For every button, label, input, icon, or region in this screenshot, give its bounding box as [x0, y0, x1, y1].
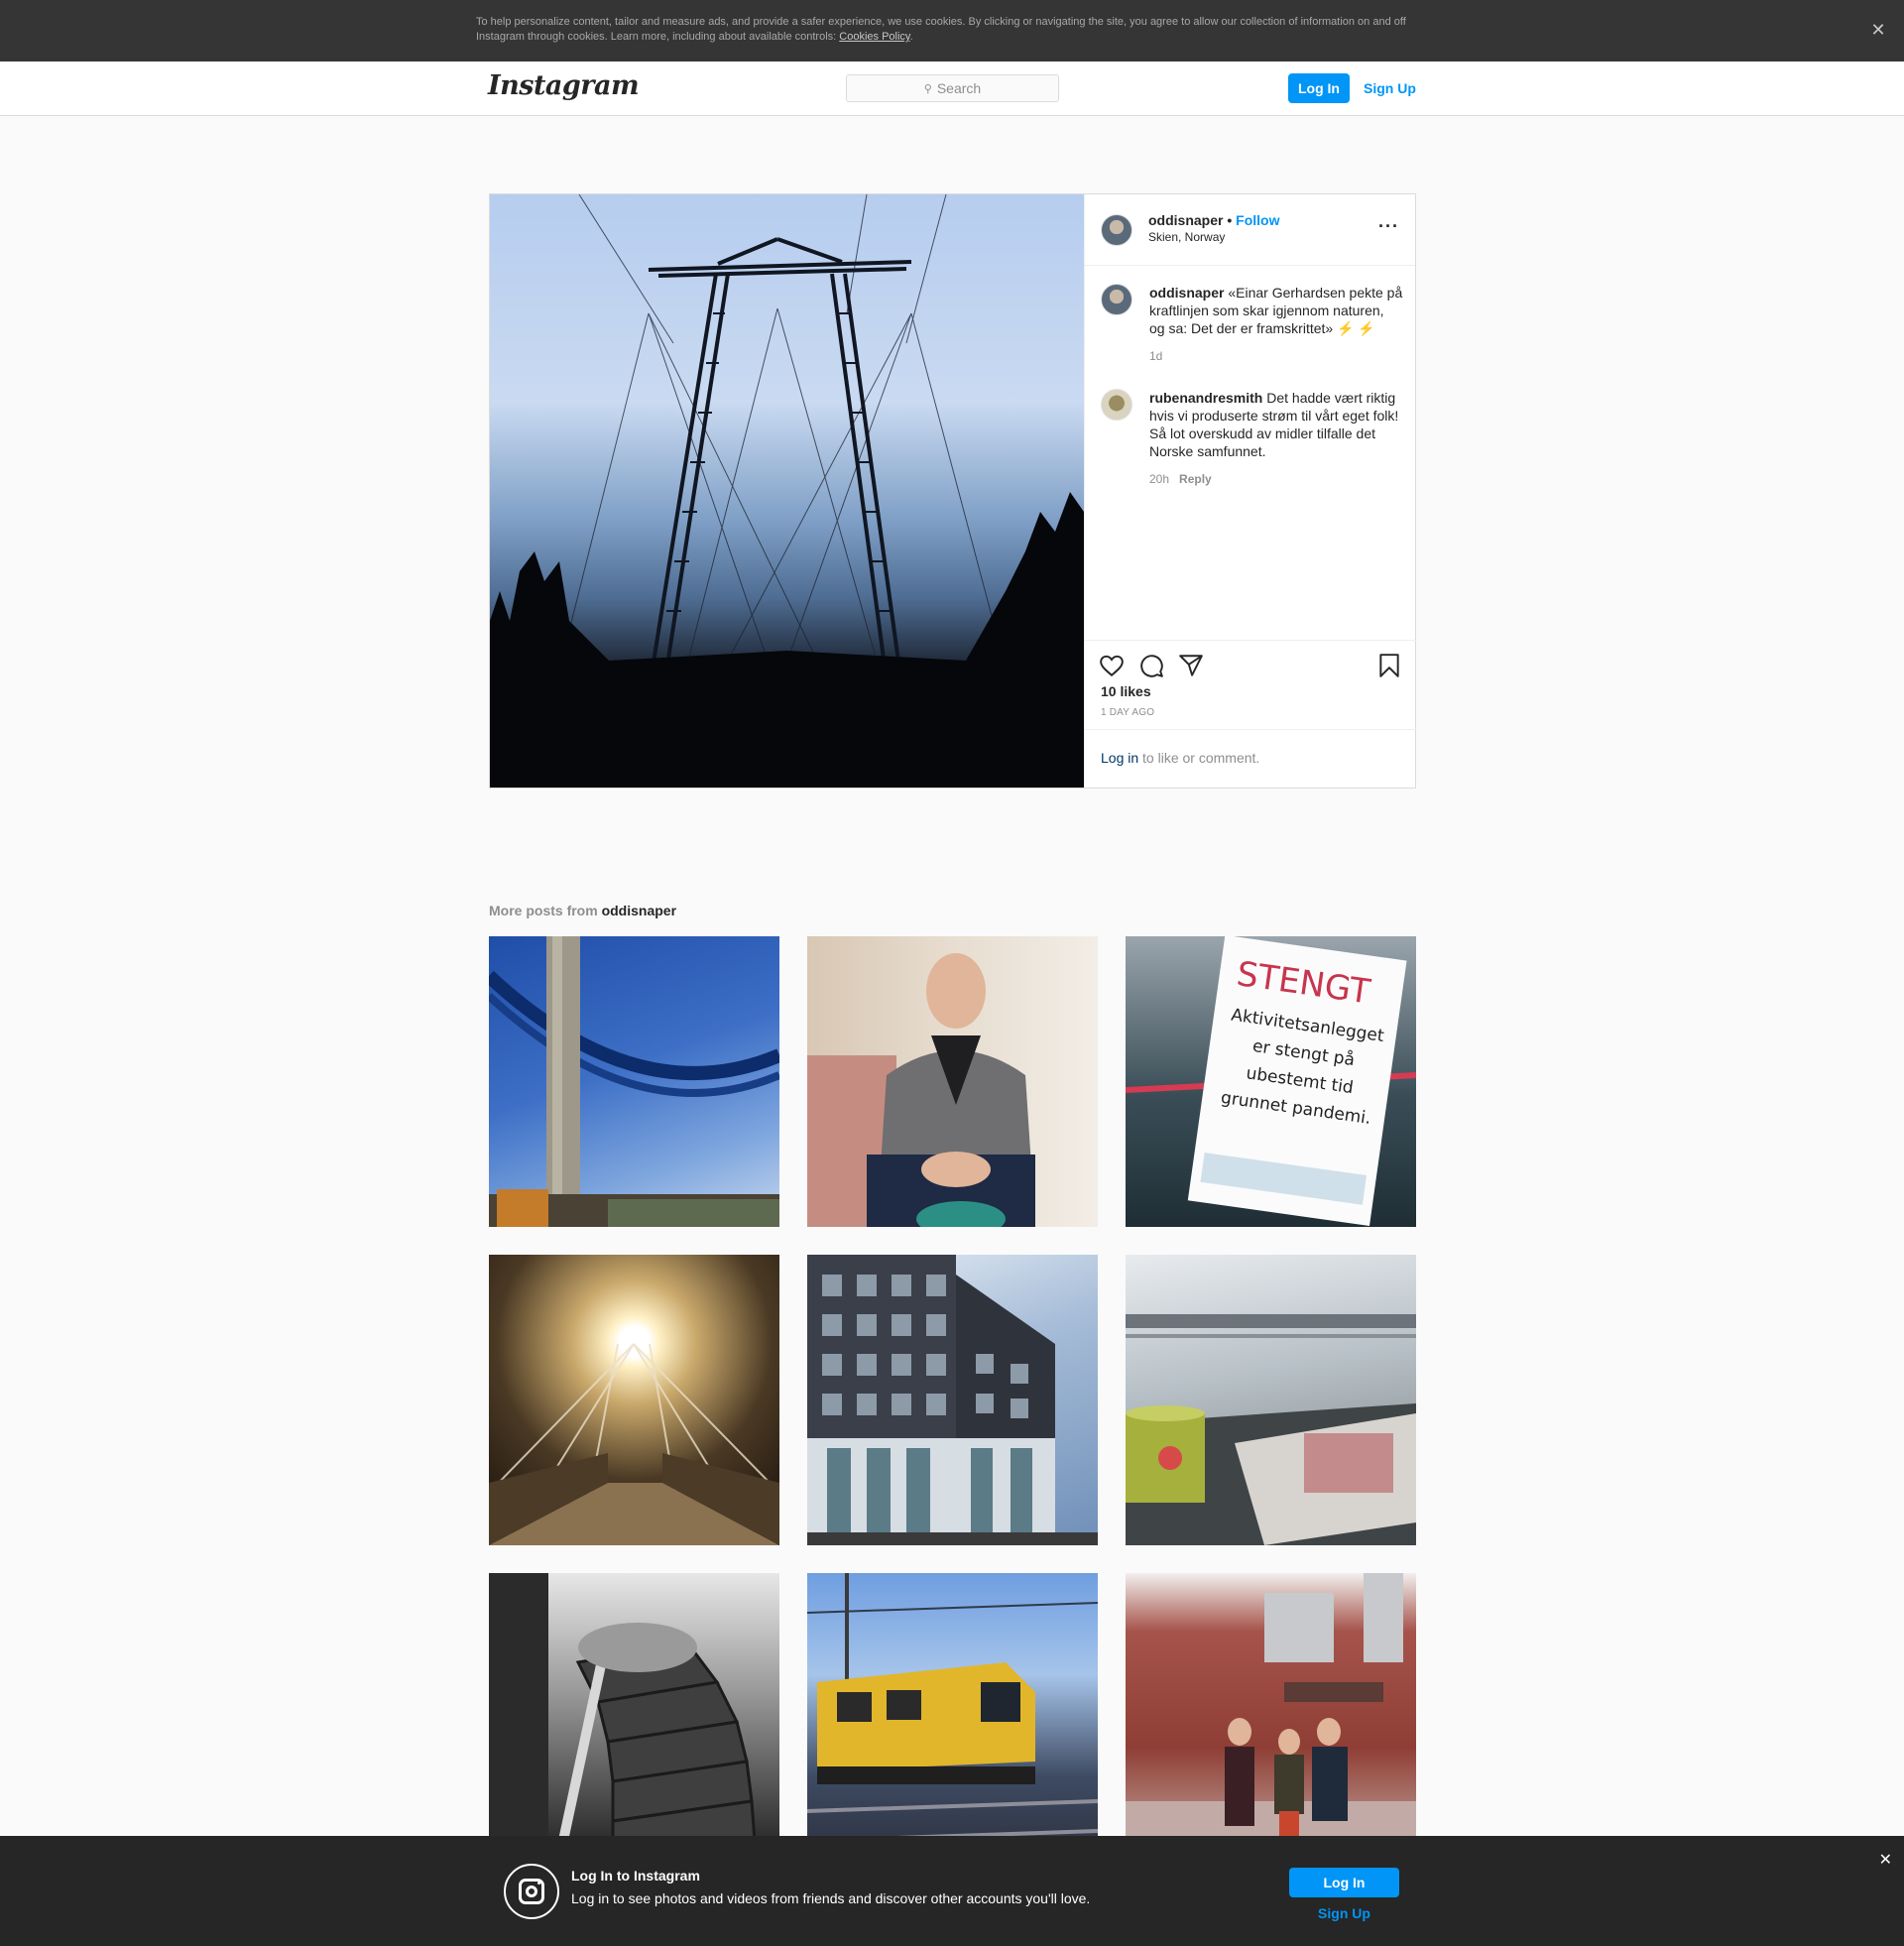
post-thumbnail[interactable] — [807, 1573, 1098, 1864]
follow-button[interactable]: Follow — [1236, 212, 1279, 228]
cookie-text: To help personalize content, tailor and … — [476, 15, 1428, 45]
close-icon[interactable]: ✕ — [1879, 1850, 1892, 1870]
staircase-illustration — [489, 1573, 757, 1864]
login-button[interactable]: Log In — [1288, 73, 1350, 103]
login-prompt-text: to like or comment. — [1138, 750, 1260, 766]
instagram-glyph-icon — [504, 1864, 559, 1919]
post-location[interactable]: Skien, Norway — [1148, 230, 1225, 244]
closed-sign-illustration: STENGT Aktivitetsanlegget er stengt på u… — [1126, 936, 1416, 1226]
close-icon[interactable]: ✕ — [1864, 16, 1892, 44]
comment-text: oddisnaper «Einar Gerhardsen pekte på kr… — [1149, 284, 1403, 337]
comment-time[interactable]: 20h — [1149, 472, 1169, 486]
more-options-icon[interactable]: ··· — [1378, 216, 1399, 237]
bookmark-icon[interactable] — [1376, 653, 1402, 678]
comments-list: oddisnaper «Einar Gerhardsen pekte på kr… — [1085, 266, 1416, 640]
post-card: oddisnaper • Follow Skien, Norway ··· od… — [489, 193, 1416, 789]
yellow-train-illustration — [807, 1573, 1098, 1843]
bridge-illustration — [489, 936, 779, 1227]
caption-comment: oddisnaper «Einar Gerhardsen pekte på kr… — [1101, 284, 1403, 363]
login-button[interactable]: Log In — [1289, 1868, 1399, 1897]
post-timestamp[interactable]: 1 DAY AGO — [1101, 707, 1154, 718]
share-icon[interactable] — [1178, 653, 1204, 678]
cookie-message: To help personalize content, tailor and … — [476, 16, 1406, 43]
man-in-hoodie-illustration — [807, 953, 1035, 1227]
post-sidebar: oddisnaper • Follow Skien, Norway ··· od… — [1084, 194, 1416, 788]
likes-count[interactable]: 10 likes — [1101, 683, 1151, 699]
avatar[interactable] — [1101, 389, 1132, 421]
post-photo[interactable] — [490, 194, 1084, 788]
more-posts-username[interactable]: oddisnaper — [602, 903, 676, 918]
login-link[interactable]: Log in — [1101, 750, 1138, 766]
comment: rubenandresmith Det hadde vært riktig hv… — [1101, 389, 1403, 486]
separator-dot: • — [1227, 212, 1233, 228]
three-people-illustration — [1126, 1573, 1416, 1864]
night-bridge-illustration — [489, 1343, 779, 1545]
comment-meta: 20h Reply — [1149, 472, 1403, 486]
comment-time[interactable]: 1d — [1149, 349, 1162, 363]
building-illustration — [807, 1255, 1098, 1545]
more-posts-heading: More posts from oddisnaper — [489, 903, 676, 918]
post-thumbnail[interactable] — [489, 936, 779, 1227]
post-header: oddisnaper • Follow Skien, Norway ··· — [1085, 194, 1415, 266]
post-thumbnail[interactable] — [489, 1255, 779, 1545]
login-prompt: Log in to like or comment. — [1085, 729, 1416, 788]
heart-icon[interactable] — [1099, 653, 1125, 678]
post-thumbnail[interactable] — [489, 1573, 779, 1864]
avatar[interactable] — [1101, 284, 1132, 315]
comment-username[interactable]: rubenandresmith — [1149, 390, 1262, 406]
avatar[interactable] — [1101, 214, 1132, 246]
post-thumbnail[interactable]: STENGT Aktivitetsanlegget er stengt på u… — [1126, 936, 1416, 1227]
post-thumbnail[interactable] — [1126, 1255, 1416, 1545]
signup-link[interactable]: Sign Up — [1364, 73, 1416, 103]
more-posts-prefix: More posts from — [489, 903, 602, 918]
login-banner: Log In to Instagram Log in to see photos… — [0, 1836, 1904, 1946]
comment-meta: 1d — [1149, 349, 1403, 363]
cookie-banner: To help personalize content, tailor and … — [0, 0, 1904, 61]
post-actions: 10 likes 1 DAY AGO — [1085, 640, 1416, 729]
comment-username[interactable]: oddisnaper — [1149, 285, 1224, 301]
instagram-logo[interactable]: Instagram — [488, 70, 640, 101]
cookies-policy-link[interactable]: Cookies Policy — [839, 31, 909, 43]
search-icon: ⚲ — [923, 82, 932, 95]
post-author: oddisnaper • Follow — [1148, 212, 1279, 228]
cookie-period: . — [909, 31, 913, 43]
signup-link[interactable]: Sign Up — [1289, 1905, 1399, 1921]
search-input[interactable]: ⚲ Search — [846, 74, 1059, 102]
post-thumbnail[interactable] — [807, 1255, 1098, 1545]
comment-icon[interactable] — [1138, 653, 1164, 678]
login-banner-subtitle: Log in to see photos and videos from fri… — [571, 1890, 1091, 1906]
post-thumbnail[interactable] — [1126, 1573, 1416, 1864]
coffee-and-newspaper-illustration — [1126, 1314, 1416, 1545]
sign-text: Aktivitetsanlegget er stengt på ubestemt… — [1219, 1005, 1385, 1129]
search-placeholder: Search — [936, 80, 982, 96]
top-nav: Instagram ⚲ Search Log In Sign Up — [0, 61, 1904, 116]
login-banner-title: Log In to Instagram — [571, 1868, 700, 1884]
reply-button[interactable]: Reply — [1179, 472, 1212, 486]
power-pylon-illustration — [490, 194, 1084, 788]
author-username[interactable]: oddisnaper — [1148, 212, 1223, 228]
post-thumbnail[interactable] — [807, 936, 1098, 1227]
comment-text: rubenandresmith Det hadde vært riktig hv… — [1149, 389, 1403, 460]
